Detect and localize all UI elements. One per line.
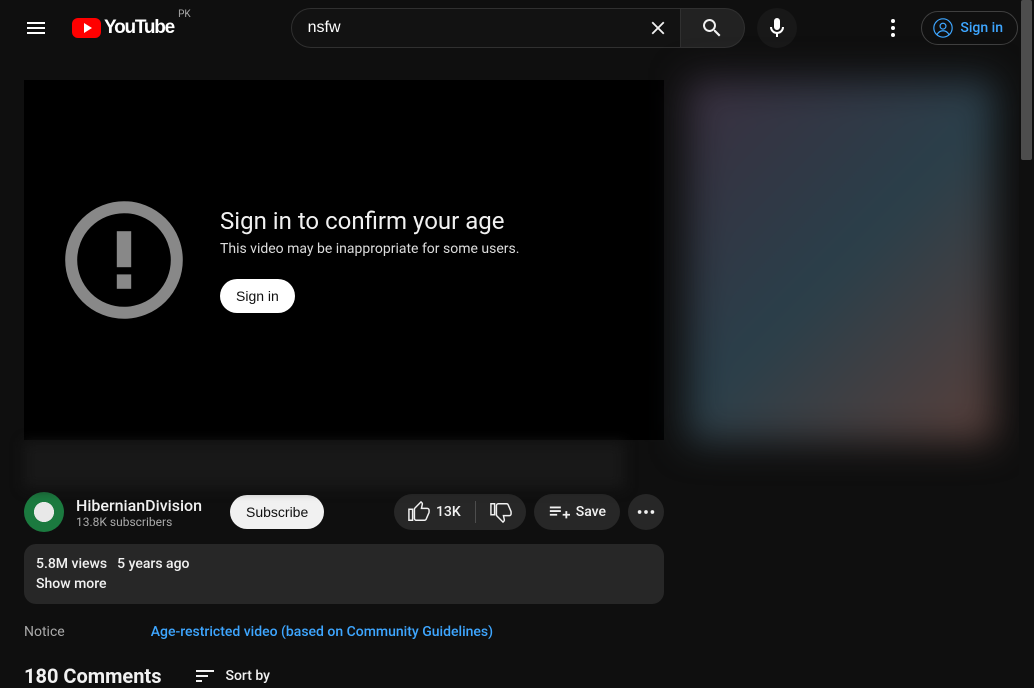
scrollbar-track[interactable]: [1019, 0, 1034, 677]
header-right: Sign in: [873, 8, 1018, 48]
channel-avatar[interactable]: [24, 492, 64, 532]
channel-info: HibernianDivision 13.8K subscribers: [76, 496, 202, 529]
comments-header: 180 Comments Sort by: [24, 664, 664, 688]
thumb-up-icon: [408, 501, 430, 523]
signin-button[interactable]: Sign in: [921, 11, 1018, 45]
like-count: 13K: [436, 504, 461, 520]
sort-comments-button[interactable]: Sort by: [193, 664, 270, 688]
show-more-button[interactable]: Show more: [36, 576, 652, 592]
search-icon: [700, 16, 724, 40]
subscribe-button[interactable]: Subscribe: [230, 495, 324, 529]
more-actions-button[interactable]: [628, 494, 664, 530]
sort-label: Sort by: [225, 668, 270, 684]
voice-search-button[interactable]: [757, 8, 797, 48]
user-circle-icon: [932, 17, 954, 39]
search-input[interactable]: [308, 19, 640, 37]
sort-icon: [193, 664, 217, 688]
view-count: 5.8M views: [36, 556, 107, 572]
video-stats: 5.8M views 5 years ago: [36, 556, 652, 572]
warning-icon: [64, 200, 184, 320]
scrollbar-thumb[interactable]: [1021, 0, 1032, 160]
related-thumbnail-redacted: [688, 80, 994, 442]
comment-count: 180 Comments: [24, 664, 161, 688]
like-dislike-pill: 13K: [394, 494, 526, 530]
signin-label: Sign in: [960, 20, 1003, 36]
settings-button[interactable]: [873, 8, 913, 48]
age-restricted-link[interactable]: Age-restricted video (based on Community…: [151, 624, 493, 640]
notice-label: Notice: [24, 624, 65, 640]
notice-row: Notice Age-restricted video (based on Co…: [24, 624, 664, 640]
subscriber-count: 13.8K subscribers: [76, 515, 202, 529]
age-gate-title: Sign in to confirm your age: [220, 207, 519, 235]
dislike-button[interactable]: [476, 494, 526, 530]
video-player: Sign in to confirm your age This video m…: [24, 80, 664, 440]
age-gate: Sign in to confirm your age This video m…: [220, 207, 519, 313]
channel-name[interactable]: HibernianDivision: [76, 496, 202, 515]
close-icon: [647, 17, 669, 39]
search-button[interactable]: [681, 8, 745, 48]
age-gate-subtitle: This video may be inappropriate for some…: [220, 241, 519, 257]
primary-column: Sign in to confirm your age This video m…: [24, 80, 664, 688]
video-title-redacted: [24, 442, 624, 488]
hamburger-icon: [24, 16, 48, 40]
search-box: [291, 8, 681, 48]
more-horiz-icon: [635, 501, 657, 523]
search-container: [291, 8, 797, 48]
more-vert-icon: [881, 16, 905, 40]
playlist-add-icon: [548, 501, 570, 523]
save-button[interactable]: Save: [534, 494, 620, 530]
masthead: YouTube PK Sign in: [0, 0, 1034, 56]
player-signin-button[interactable]: Sign in: [220, 279, 295, 313]
description-box[interactable]: 5.8M views 5 years ago Show more: [24, 544, 664, 604]
youtube-play-icon: [72, 18, 101, 38]
video-owner-row: HibernianDivision 13.8K subscribers Subs…: [24, 492, 664, 532]
secondary-column: [688, 80, 994, 688]
page-content: Sign in to confirm your age This video m…: [0, 56, 1034, 688]
upload-date: 5 years ago: [117, 556, 189, 572]
like-button[interactable]: 13K: [394, 494, 475, 530]
youtube-logo[interactable]: YouTube PK: [64, 17, 199, 39]
clear-search-button[interactable]: [640, 10, 676, 46]
video-actions: 13K Save: [394, 494, 664, 530]
youtube-wordmark: YouTube: [104, 17, 174, 39]
country-code: PK: [178, 9, 191, 20]
save-label: Save: [576, 504, 606, 520]
thumb-down-icon: [490, 501, 512, 523]
guide-menu-button[interactable]: [16, 8, 56, 48]
mic-icon: [765, 16, 789, 40]
